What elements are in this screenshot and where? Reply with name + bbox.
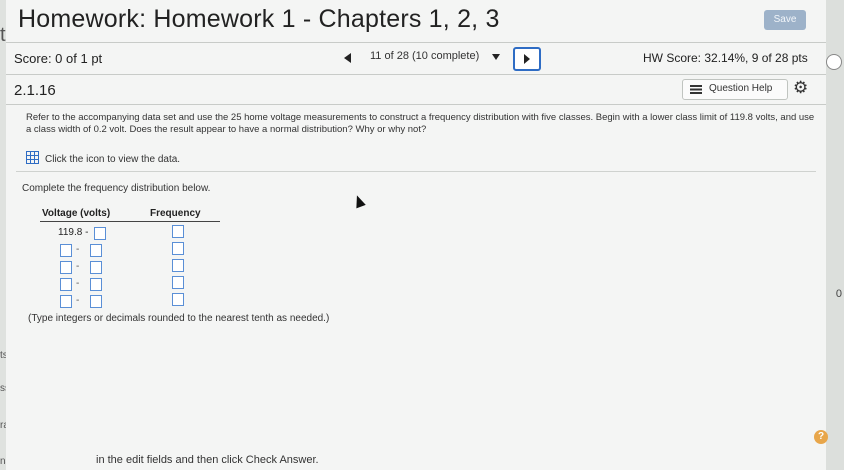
- score-text: Score: 0 of 1 pt: [14, 51, 103, 66]
- upper-limit-input-1[interactable]: [94, 227, 106, 240]
- gear-icon[interactable]: ⚙: [793, 78, 808, 98]
- hw-score-text: HW Score: 32.14%, 9 of 28 pts: [643, 51, 808, 65]
- next-question-button[interactable]: [513, 47, 541, 71]
- question-header: 2.1.16 Question Help ⚙: [6, 74, 826, 105]
- data-link-row[interactable]: Click the icon to view the data.: [26, 151, 180, 165]
- first-lower-limit-value: 119.8: [58, 227, 83, 238]
- range-dash: -: [76, 295, 80, 306]
- upper-limit-input-4[interactable]: [90, 278, 102, 291]
- table-header-line: [40, 221, 220, 222]
- chevron-down-icon[interactable]: [492, 54, 500, 60]
- data-table-icon[interactable]: [26, 151, 39, 164]
- lower-limit-input-2[interactable]: [60, 244, 72, 257]
- frequency-input-3[interactable]: [172, 259, 184, 272]
- frequency-input-4[interactable]: [172, 276, 184, 289]
- voltage-column-header: Voltage (volts): [42, 208, 111, 219]
- title-bar: Homework: Homework 1 - Chapters 1, 2, 3 …: [6, 0, 826, 43]
- range-dash: -: [76, 278, 80, 289]
- rounding-note: (Type integers or decimals rounded to th…: [28, 313, 330, 324]
- lower-limit-input-5[interactable]: [60, 295, 72, 308]
- score-bar: Score: 0 of 1 pt 11 of 28 (10 complete) …: [6, 42, 826, 75]
- help-circle-icon[interactable]: ?: [814, 430, 828, 444]
- lower-limit-input-4[interactable]: [60, 278, 72, 291]
- frequency-column-header: Frequency: [150, 208, 201, 219]
- mouse-cursor-icon: [352, 193, 366, 209]
- homework-panel: Homework: Homework 1 - Chapters 1, 2, 3 …: [6, 0, 828, 470]
- question-help-label: Question Help: [709, 83, 773, 94]
- frequency-input-1[interactable]: [172, 225, 184, 238]
- data-link-text[interactable]: Click the icon to view the data.: [45, 154, 180, 165]
- divider: [16, 171, 816, 172]
- first-lower-limit: 119.8 -: [58, 227, 88, 238]
- lower-limit-input-3[interactable]: [60, 261, 72, 274]
- previous-question-icon[interactable]: [344, 53, 351, 63]
- range-dash: -: [76, 244, 80, 255]
- page-title: Homework: Homework 1 - Chapters 1, 2, 3: [18, 5, 500, 33]
- instruction-text: Complete the frequency distribution belo…: [22, 183, 211, 194]
- question-number: 2.1.16: [14, 82, 56, 99]
- upper-limit-input-2[interactable]: [90, 244, 102, 257]
- right-circle-icon: [826, 54, 842, 70]
- upper-limit-input-5[interactable]: [90, 295, 102, 308]
- right-fragment: 0: [835, 288, 842, 300]
- question-help-button[interactable]: Question Help: [682, 79, 788, 100]
- frequency-input-5[interactable]: [172, 293, 184, 306]
- question-text: Refer to the accompanying data set and u…: [26, 112, 815, 135]
- frequency-input-2[interactable]: [172, 242, 184, 255]
- left-fragment-top: t: [0, 24, 6, 46]
- range-dash: -: [76, 261, 80, 272]
- save-button[interactable]: Save: [764, 10, 806, 30]
- question-navigator[interactable]: 11 of 28 (10 complete): [370, 50, 479, 62]
- list-icon: [690, 85, 702, 94]
- footer-instruction: in the edit fields and then click Check …: [96, 454, 319, 466]
- range-dash: -: [85, 227, 89, 238]
- right-edge-strip: 0: [825, 0, 844, 470]
- upper-limit-input-3[interactable]: [90, 261, 102, 274]
